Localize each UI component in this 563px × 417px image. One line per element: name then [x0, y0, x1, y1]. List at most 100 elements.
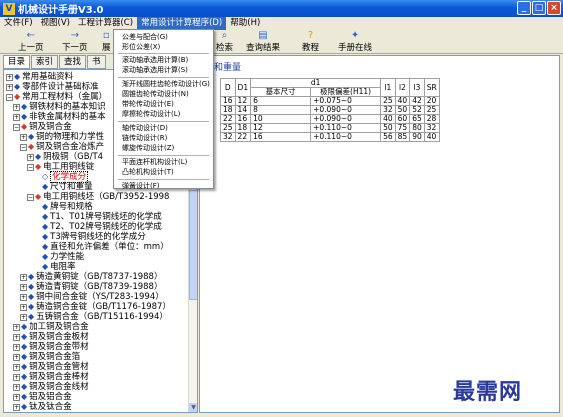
tree-node[interactable]: + ◆ 铜的物理和力学性 [20, 132, 104, 142]
tree-node[interactable]: + ◆ 铸造青铜锭（GB/T8739-1988） [20, 282, 162, 292]
expand-plus-icon[interactable]: + [20, 293, 27, 301]
expand-plus-icon[interactable]: + [20, 273, 27, 281]
tree-node[interactable]: + ◆ 铝及铝合金 [13, 392, 72, 402]
close-button[interactable]: × [547, 1, 561, 15]
expand-plus-icon[interactable]: + [6, 83, 13, 91]
tree-node-label: 直径和允许偏差（单位：mm） [50, 242, 169, 252]
tree-node[interactable]: + ◆ 五铸铜合金（GB/T15116-1994） [20, 312, 168, 322]
tree-node[interactable]: + ◆ 加工铜及铜合金 [13, 322, 89, 332]
scroll-down-icon[interactable]: ▼ [189, 403, 197, 412]
menu-option[interactable]: 凸轮机构设计(T) [114, 167, 213, 177]
tree-node[interactable]: + ◆ 铜中间合金锭（YS/T283-1994） [20, 292, 164, 302]
tree-node[interactable]: + ◆ 铸造铜合金锭（GB/T1176-1987） [20, 302, 171, 312]
tree-node[interactable]: ◆ T3牌号铜线坯的化学成分 [34, 232, 146, 242]
tree-node[interactable]: − ◆ 常用工程材料（金属） [6, 92, 107, 102]
tree-node[interactable]: − ◆ 铜及铜合金 [13, 122, 72, 132]
expand-plus-icon[interactable]: + [13, 353, 20, 361]
menu-option[interactable]: 公差与配合(G) [114, 32, 213, 42]
menu-option[interactable]: 带轮传动设计(E) [114, 99, 213, 109]
tutorial-button[interactable]: ? 教程 [302, 31, 319, 54]
minimize-button[interactable]: _ [517, 1, 531, 15]
online-button[interactable]: ✦ 手册在线 [338, 31, 372, 54]
expand-plus-icon[interactable]: + [13, 393, 20, 401]
tree-node[interactable]: + ◆ 铜及铜合金管材 [13, 362, 89, 372]
tree-node[interactable]: + ◆ 铜及铜合金板材 [13, 332, 89, 342]
book-diamond-icon: ◆ [28, 142, 35, 151]
expand-plus-icon[interactable]: + [6, 73, 13, 81]
tree-node[interactable]: + ◆ 钢铁材料的基本知识 [13, 102, 106, 112]
tree-node[interactable]: + ◆ 铜及铜合金线材 [13, 382, 89, 392]
tree-node[interactable]: ◆ 电阻率 [34, 262, 76, 272]
expand-plus-icon[interactable]: + [27, 153, 34, 161]
menu-option[interactable]: 渐开线圆柱齿轮传动设计(G) [114, 79, 213, 89]
collapse-minus-icon[interactable]: − [27, 193, 34, 201]
tree-node[interactable]: ◆ 牌号和规格 [34, 202, 93, 212]
tree-node-label: 铜及铜合金板材 [29, 332, 89, 342]
tree-node[interactable]: + ◆ 非铁金属材料的基本 [13, 112, 106, 122]
tree-node-label: 电阻率 [50, 262, 76, 272]
menu-option[interactable]: 弹簧设计(F) [114, 181, 213, 191]
menu-view[interactable]: 视图(V) [37, 17, 74, 30]
collapse-minus-icon[interactable]: − [20, 143, 27, 151]
tab-find[interactable]: 查找 [59, 55, 87, 69]
back-button[interactable]: ← 上一页 [18, 31, 44, 54]
tree-node[interactable]: + ◆ 常用基础资料 [6, 72, 73, 82]
tree-node-label: 牌号和规格 [50, 202, 93, 212]
expand-plus-icon[interactable]: + [13, 343, 20, 351]
tree-node[interactable]: + ◆ 零部件设计基础标准 [6, 82, 99, 92]
menu-option[interactable]: 圆锥齿轮传动设计(N) [114, 89, 213, 99]
menu-option[interactable]: 平面连杆机构设计(L) [114, 157, 213, 167]
tree-node[interactable]: + ◆ 钛及钛合金 [13, 402, 72, 412]
expand-plus-icon[interactable]: + [13, 403, 20, 411]
expand-plus-icon[interactable]: + [20, 283, 27, 291]
collapse-minus-icon[interactable]: − [13, 123, 20, 131]
book-diamond-icon: ◆ [35, 192, 42, 201]
expand-plus-icon[interactable]: + [13, 323, 20, 331]
tree-node[interactable]: + ◆ 阴极铜（GB/T4 [27, 152, 103, 162]
menu-option[interactable]: 轴传动设计(D) [114, 123, 213, 133]
expand-plus-icon[interactable]: + [20, 133, 27, 141]
menu-option[interactable]: 螺旋传动设计(Z) [114, 143, 213, 153]
menu-help[interactable]: 帮助(H) [226, 17, 264, 30]
expand-plus-icon[interactable]: + [13, 103, 20, 111]
book-diamond-icon: ◆ [21, 342, 28, 351]
tree-node[interactable]: ◆ 尺寸和重量 [34, 182, 93, 192]
tree-node[interactable]: + ◆ 铜及铜合金棒材 [13, 372, 89, 382]
forward-button[interactable]: → 下一页 [62, 31, 88, 54]
tab-book[interactable]: 书 [87, 55, 106, 69]
menu-option[interactable]: 形位公差(X) [114, 42, 213, 52]
scroll-thumb[interactable] [189, 190, 197, 300]
menu-option[interactable]: 链传动设计(R) [114, 133, 213, 143]
tab-contents[interactable]: 目录 [3, 55, 31, 69]
expand-plus-icon[interactable]: + [13, 363, 20, 371]
results-button[interactable]: ▤ 查询结果 [246, 31, 280, 54]
menu-option[interactable]: 摩擦轮传动设计(L) [114, 109, 213, 119]
tree-node[interactable]: ◆ T2、T02牌号铜线坯的化学成 [34, 222, 162, 232]
menu-file[interactable]: 文件(F) [0, 17, 37, 30]
tab-index[interactable]: 索引 [31, 55, 59, 69]
tree-node[interactable]: − ◆ 电工用铜线坯（GB/T3952-1998 [27, 192, 169, 202]
expand-plus-icon[interactable]: + [13, 373, 20, 381]
search-button[interactable]: ⌕ 检索 [216, 31, 233, 54]
tree-node[interactable]: ◆ 力学性能 [34, 252, 84, 262]
tree-node[interactable]: + ◆ 铜及铜合金带材 [13, 342, 89, 352]
tree-node[interactable]: ◇ 化学成分 [34, 171, 89, 183]
expand-plus-icon[interactable]: + [13, 383, 20, 391]
collapse-minus-icon[interactable]: − [6, 93, 13, 101]
tree-node[interactable]: + ◆ 铜及铜合金箔 [13, 352, 80, 362]
expand-plus-icon[interactable]: + [13, 113, 20, 121]
expand-plus-icon[interactable]: + [13, 333, 20, 341]
tree-node-label: T2、T02牌号铜线坯的化学成 [50, 222, 162, 232]
expand-plus-icon[interactable]: + [20, 313, 27, 321]
tree-node[interactable]: ◆ 直径和允许偏差（单位：mm） [34, 242, 169, 252]
tree-node-label: 尺寸和重量 [50, 182, 93, 192]
menu-option[interactable]: 滚动轴承选用计算(S) [114, 65, 213, 75]
tree-node[interactable]: + ◆ 铸造黄铜锭（GB/T8737-1988） [20, 272, 162, 282]
collapse-minus-icon[interactable]: − [27, 163, 34, 171]
tree-node[interactable]: − ◆ 铜及铜合金冶炼产 [20, 142, 104, 152]
expand-plus-icon[interactable]: + [20, 303, 27, 311]
maximize-button[interactable]: □ [532, 1, 546, 15]
menu-option[interactable]: 滚动轴承选用计算(B) [114, 55, 213, 65]
tree-node[interactable]: ◆ T1、T01牌号铜线坯的化学成 [34, 212, 162, 222]
expand-button[interactable]: ▫ 展 [102, 31, 111, 54]
